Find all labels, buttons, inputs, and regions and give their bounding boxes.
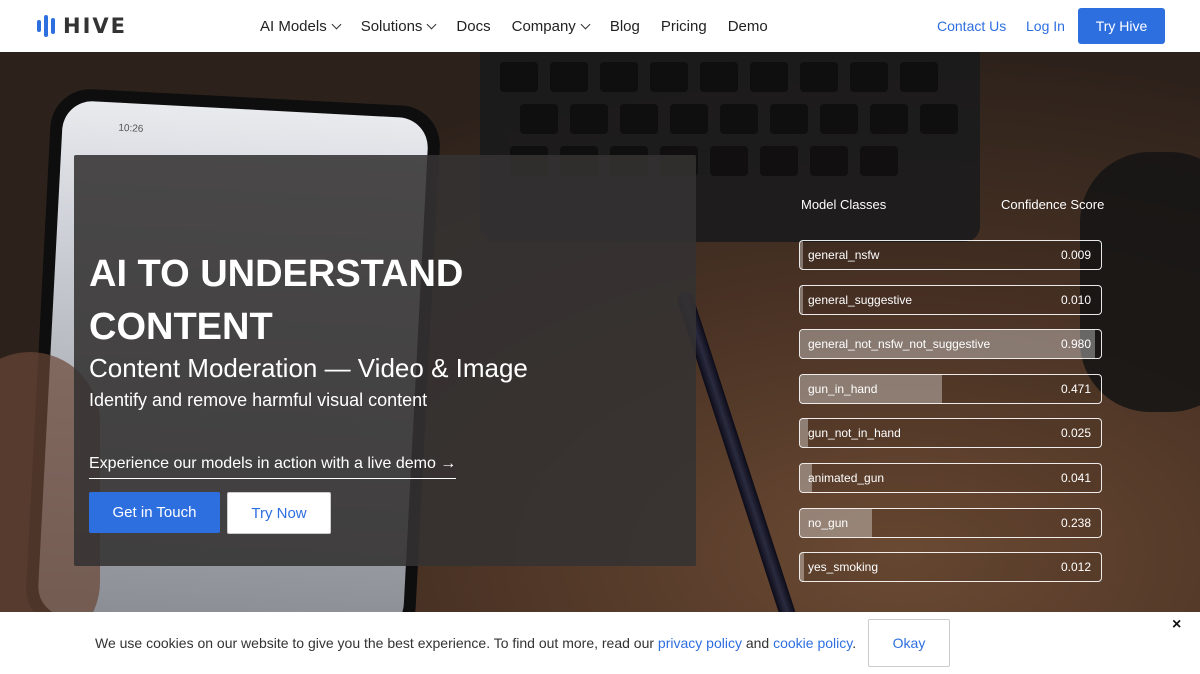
cookie-banner: We use cookies on our website to give yo… [0, 612, 1200, 674]
get-in-touch-button[interactable]: Get in Touch [89, 492, 220, 533]
model-class-name: gun_in_hand [808, 381, 878, 396]
model-class-name: general_not_nsfw_not_suggestive [808, 337, 991, 352]
confidence-fill [800, 553, 804, 582]
nav-item-company[interactable]: Company [511, 17, 591, 35]
model-class-row: general_not_nsfw_not_suggestive 0.980 [799, 329, 1102, 360]
model-class-row: general_nsfw 0.009 [799, 240, 1102, 270]
model-class-name: animated_gun [808, 470, 885, 485]
model-class-name: general_suggestive [808, 292, 913, 307]
model-class-row: no_gun 0.238 [799, 507, 1102, 538]
confidence-fill [800, 241, 803, 269]
nav-label: Docs [456, 17, 491, 35]
hero-title: AI TO UNDERSTAND CONTENT [89, 253, 464, 348]
cookie-policy-link[interactable]: cookie policy [773, 635, 852, 651]
model-class-name: yes_smoking [808, 560, 879, 575]
confidence-score-header: Confidence Score [1001, 197, 1105, 212]
confidence-fill [800, 285, 803, 314]
hero-description: Identify and remove harmful visual conte… [89, 390, 428, 410]
chevron-down-icon [331, 19, 342, 29]
nav-item-ai-models[interactable]: AI Models [260, 17, 342, 35]
confidence-score: 0.010 [1060, 292, 1091, 307]
phone-time: 10:26 [118, 122, 144, 135]
cookie-text-after: . [852, 635, 857, 651]
confidence-fill [800, 419, 808, 448]
model-class-name: general_nsfw [808, 248, 880, 262]
cookie-text-and: and [741, 635, 774, 651]
hive-logo-icon [37, 15, 55, 37]
confidence-score: 0.041 [1060, 470, 1091, 485]
nav-label: Blog [609, 17, 640, 35]
close-icon[interactable]: × [1172, 616, 1181, 634]
confidence-score: 0.012 [1060, 560, 1091, 575]
privacy-policy-link[interactable]: privacy policy [658, 635, 742, 651]
cookie-text: We use cookies on our website to give yo… [95, 635, 856, 651]
model-class-name: no_gun [808, 515, 849, 530]
confidence-score: 0.471 [1060, 381, 1091, 396]
model-class-row: gun_not_in_hand 0.025 [799, 418, 1102, 449]
try-hive-button[interactable]: Try Hive [1078, 8, 1165, 44]
cookie-text-before: We use cookies on our website to give yo… [95, 635, 658, 651]
nav-label: Demo [727, 17, 768, 35]
nav-item-blog[interactable]: Blog [610, 18, 640, 35]
nav-label: Solutions [360, 17, 423, 35]
model-class-row: gun_in_hand 0.471 [799, 373, 1102, 404]
nav-item-demo[interactable]: Demo [728, 18, 768, 35]
model-class-row: general_suggestive 0.010 [799, 284, 1102, 315]
model-class-row: yes_smoking 0.012 [799, 552, 1102, 583]
logo-text: HIVE [63, 14, 127, 38]
hive-logo[interactable]: HIVE [37, 14, 127, 38]
chevron-down-icon [580, 19, 591, 29]
model-class-row: animated_gun 0.041 [799, 462, 1102, 493]
site-header: HIVE AI Models Solutions Docs Company Bl… [0, 0, 1200, 52]
confidence-score: 0.238 [1060, 515, 1091, 530]
confidence-score: 0.025 [1060, 426, 1091, 441]
log-in-link[interactable]: Log In [1026, 18, 1065, 34]
okay-button[interactable]: Okay [868, 619, 950, 667]
confidence-score: 0.009 [1060, 248, 1091, 262]
confidence-score: 0.980 [1060, 337, 1091, 352]
nav-item-docs[interactable]: Docs [456, 18, 490, 35]
nav-item-solutions[interactable]: Solutions [360, 17, 437, 35]
hero-subtitle: Content Moderation — Video & Image [89, 353, 528, 383]
model-class-list: general_nsfw 0.009 general_suggestive 0.010… [799, 240, 1102, 597]
live-demo-link[interactable]: Experience our models in action with a l… [89, 455, 457, 479]
contact-us-link[interactable]: Contact Us [937, 18, 1006, 34]
model-class-name: gun_not_in_hand [808, 426, 901, 441]
nav-label: Company [511, 17, 576, 35]
try-now-button[interactable]: Try Now [227, 492, 331, 534]
chevron-down-icon [426, 19, 437, 29]
nav-label: Pricing [660, 17, 707, 35]
nav-label: AI Models [260, 17, 327, 35]
nav-item-pricing[interactable]: Pricing [661, 18, 707, 35]
model-classes-header: Model Classes [801, 197, 887, 212]
main-nav: AI Models Solutions Docs Company Blog Pr… [260, 0, 789, 52]
